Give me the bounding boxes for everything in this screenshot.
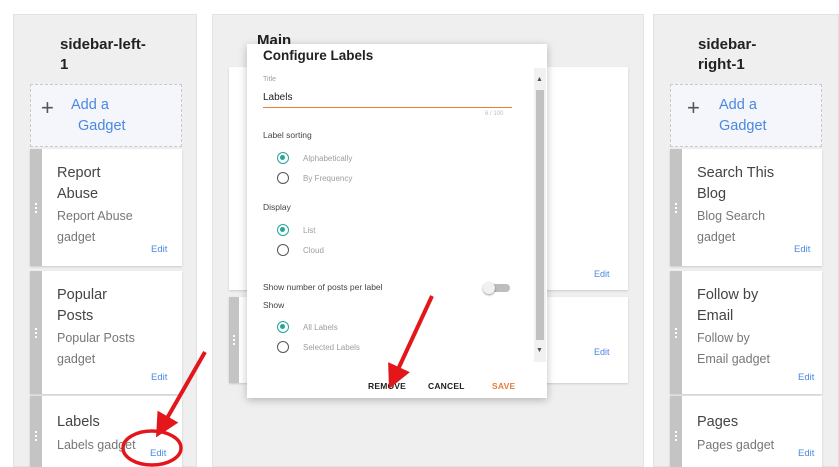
drag-handle[interactable] <box>30 149 42 266</box>
gadget-description: Blog Search gadget <box>697 209 766 244</box>
radio-alphabetically[interactable] <box>277 152 289 164</box>
radio-label: By Frequency <box>303 174 353 183</box>
gadget-title: Report Abuse <box>57 165 101 202</box>
sidebar-left-title: sidebar-left- 1 <box>60 36 146 73</box>
gadget-description: Follow by Email gadget <box>697 331 770 366</box>
scroll-up-arrow-icon[interactable]: ▲ <box>536 76 543 83</box>
title-input[interactable]: Labels <box>263 92 511 103</box>
dialog-scrollbar-thumb[interactable] <box>536 90 544 340</box>
show-heading: Show <box>263 300 285 310</box>
gadget-title: Follow by Email <box>697 287 759 324</box>
gadget-description: Report Abuse gadget <box>57 209 133 244</box>
radio-label: List <box>303 226 316 235</box>
drag-handle[interactable] <box>670 149 682 266</box>
drag-handle[interactable] <box>670 396 682 467</box>
sidebar-right-title: sidebar- right-1 <box>698 36 757 73</box>
edit-link[interactable]: Edit <box>594 347 610 357</box>
gadget-pages[interactable]: Pages Pages gadget Edit <box>670 396 822 467</box>
cancel-button[interactable]: CANCEL <box>428 381 465 391</box>
gadget-description: Pages gadget <box>697 438 775 452</box>
add-gadget-label: Add a Gadget <box>719 97 767 134</box>
gadget-follow-by-email[interactable]: Follow by Email Follow by Email gadget E… <box>670 271 822 394</box>
radio-list[interactable] <box>277 224 289 236</box>
drag-handle[interactable] <box>30 396 42 467</box>
radio-by-frequency[interactable] <box>277 172 289 184</box>
gadget-title: Labels <box>57 414 100 430</box>
plus-icon: + <box>41 95 54 120</box>
gadget-description: Popular Posts gadget <box>57 331 135 366</box>
edit-link[interactable]: Edit <box>794 244 810 255</box>
show-count-label: Show number of posts per label <box>263 282 383 292</box>
radio-label: Alphabetically <box>303 154 353 163</box>
gadget-search-this-blog[interactable]: Search This Blog Blog Search gadget Edit <box>670 149 822 266</box>
gadget-title: Popular Posts <box>57 287 107 324</box>
drag-handle[interactable] <box>30 271 42 394</box>
gadget-labels[interactable]: Labels Labels gadget Edit <box>30 396 182 467</box>
configure-labels-dialog: Configure Labels Title Labels 6 / 100 La… <box>247 44 547 398</box>
radio-selected-labels[interactable] <box>277 341 289 353</box>
title-input-underline <box>263 107 512 108</box>
radio-label: All Labels <box>303 323 338 332</box>
edit-link[interactable]: Edit <box>594 269 610 279</box>
radio-label: Selected Labels <box>303 343 360 352</box>
char-counter: 6 / 100 <box>485 111 504 117</box>
plus-icon: + <box>687 95 700 120</box>
edit-link[interactable]: Edit <box>151 244 167 255</box>
radio-label: Cloud <box>303 246 324 255</box>
toggle-knob <box>483 282 495 294</box>
save-button[interactable]: SAVE <box>492 381 515 391</box>
radio-all-labels[interactable] <box>277 321 289 333</box>
gadget-popular-posts[interactable]: Popular Posts Popular Posts gadget Edit <box>30 271 182 394</box>
drag-handle[interactable] <box>229 297 239 383</box>
radio-cloud[interactable] <box>277 244 289 256</box>
edit-link[interactable]: Edit <box>150 448 166 459</box>
add-gadget-button[interactable]: + Add a Gadget <box>30 84 182 147</box>
edit-link[interactable]: Edit <box>798 448 814 459</box>
scroll-down-arrow-icon[interactable]: ▼ <box>536 347 543 354</box>
gadget-title: Search This Blog <box>697 165 775 202</box>
display-heading: Display <box>263 202 291 212</box>
title-field-label: Title <box>263 76 276 83</box>
remove-button[interactable]: REMOVE <box>368 381 406 391</box>
gadget-title: Pages <box>697 414 739 430</box>
drag-handle[interactable] <box>670 271 682 394</box>
gadget-report-abuse[interactable]: Report Abuse Report Abuse gadget Edit <box>30 149 182 266</box>
add-gadget-button[interactable]: + Add a Gadget <box>670 84 822 147</box>
sidebar-right-column: sidebar- right-1 + Add a Gadget Search T… <box>653 14 839 467</box>
add-gadget-label: Add a Gadget <box>71 97 126 134</box>
dialog-title: Configure Labels <box>263 48 374 63</box>
edit-link[interactable]: Edit <box>798 372 814 383</box>
label-sorting-heading: Label sorting <box>263 130 312 140</box>
sidebar-left-column: sidebar-left- 1 + Add a Gadget Report Ab… <box>13 14 197 467</box>
edit-link[interactable]: Edit <box>151 372 167 383</box>
